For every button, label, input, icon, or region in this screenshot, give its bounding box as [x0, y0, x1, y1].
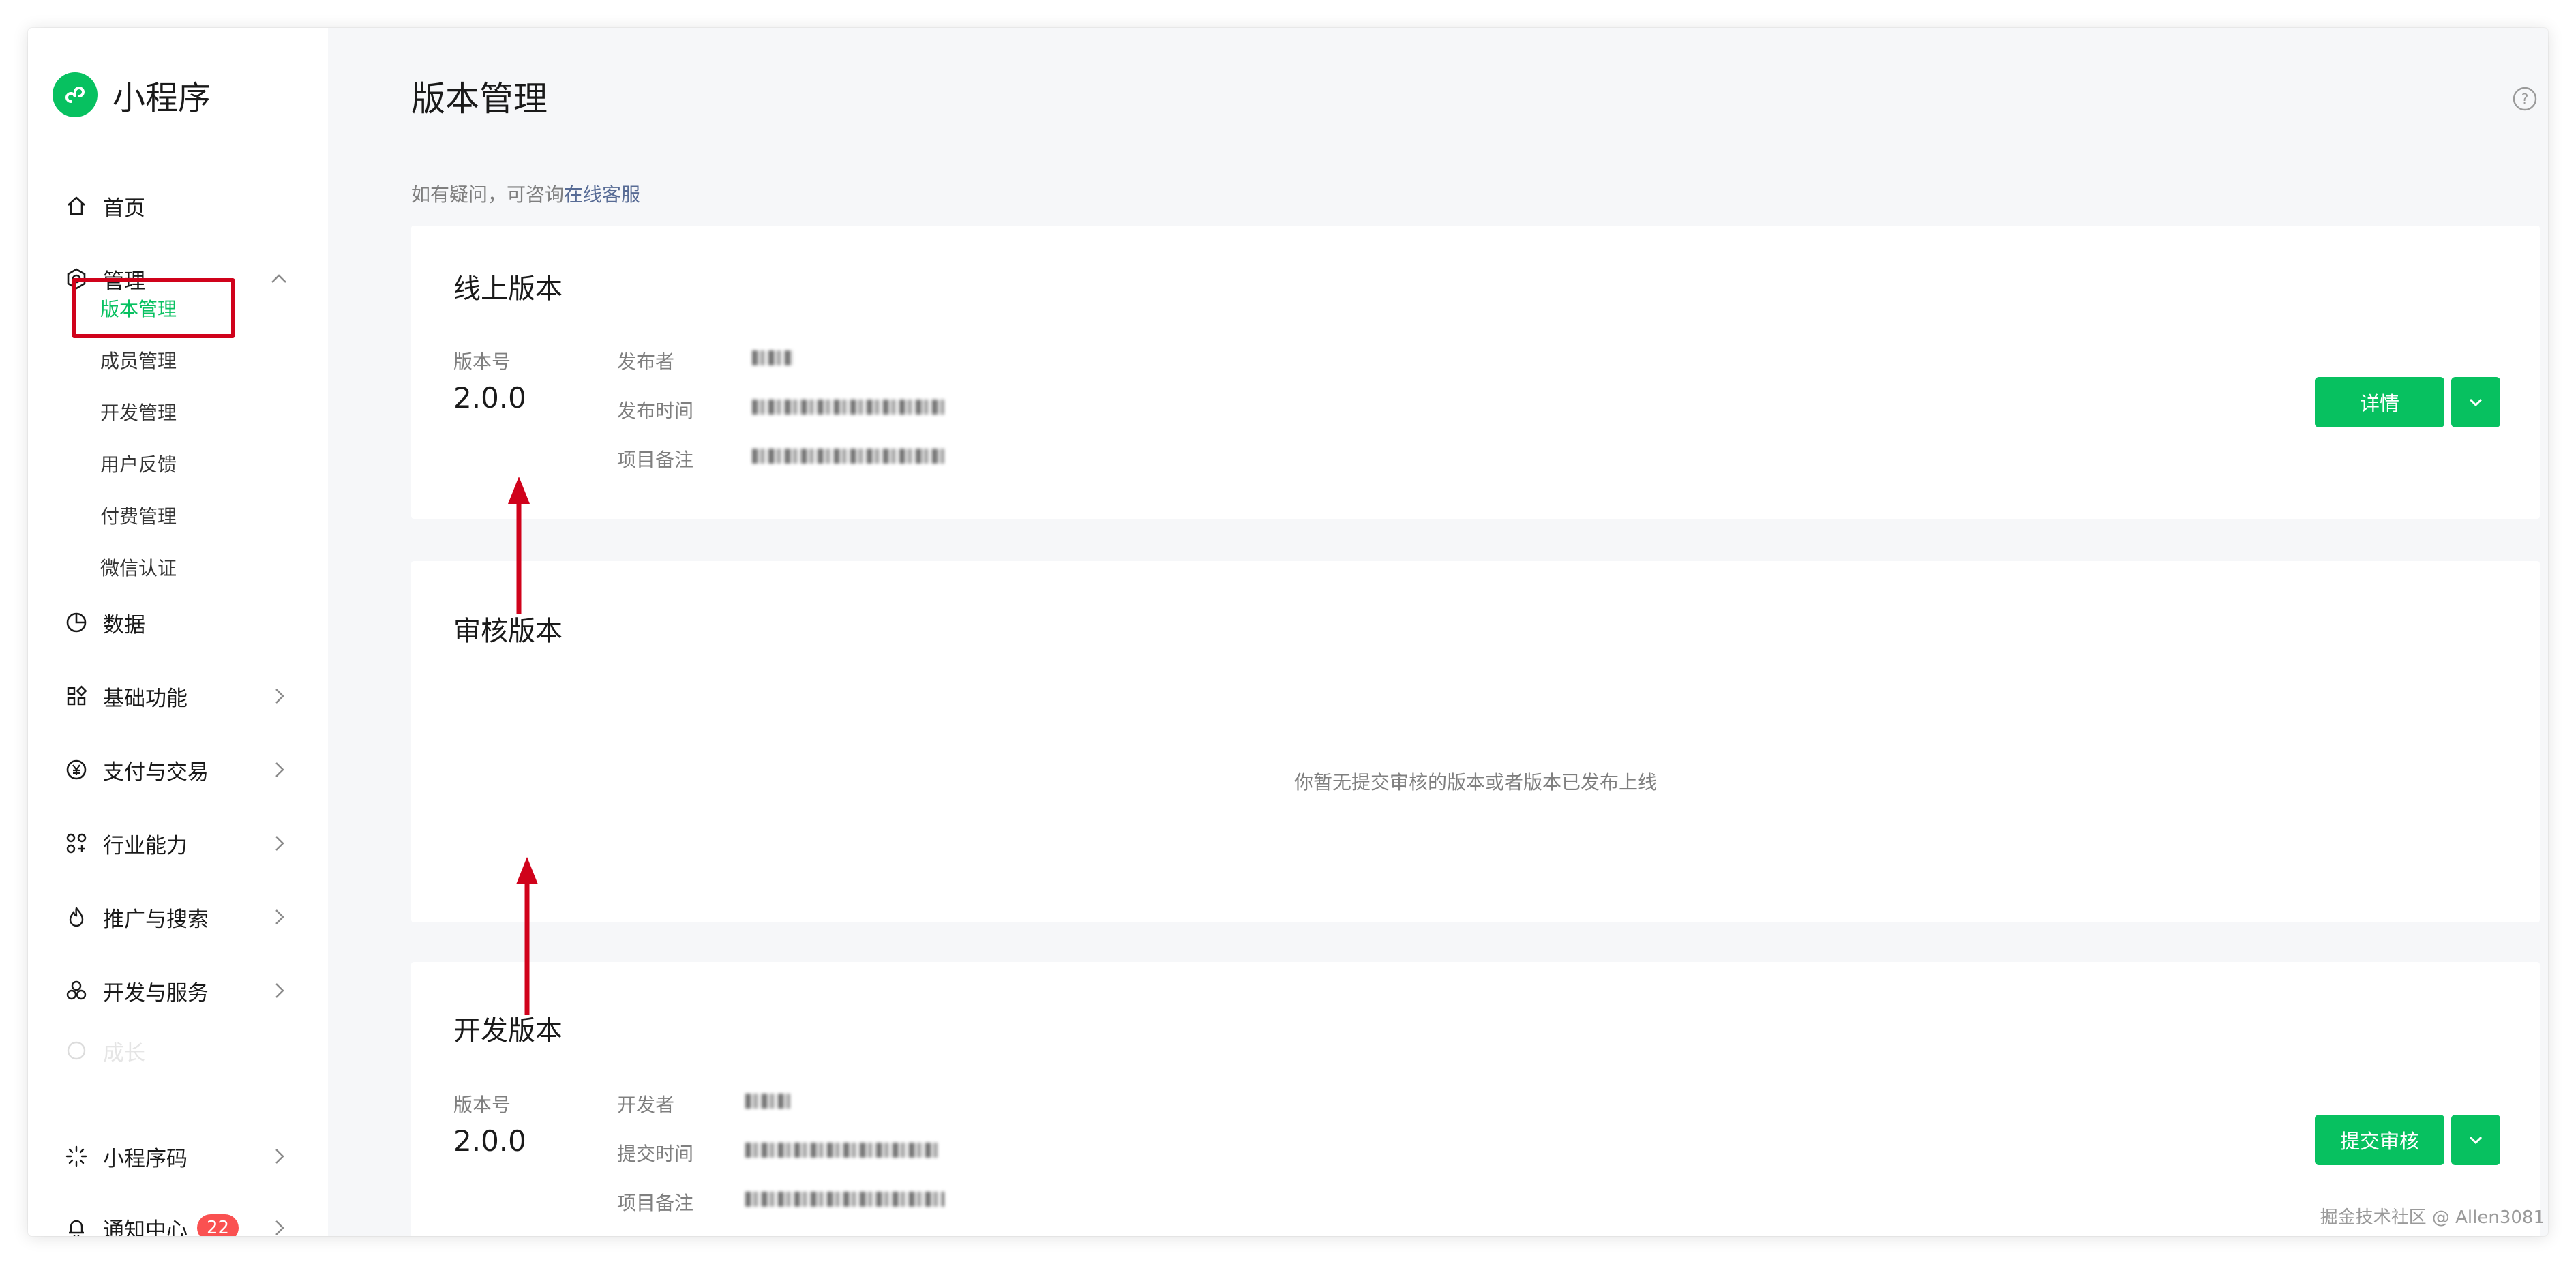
app-name: 小程序: [113, 79, 211, 117]
empty-state-text: 你暂无提交审核的版本或者版本已发布上线: [1293, 771, 1657, 794]
sidebar-subitem-feedback[interactable]: 用户反馈: [100, 445, 177, 483]
chevron-up-icon: [271, 274, 286, 283]
sidebar: 小程序 首页 管理 版本管理 成员管理 开发管理 用户反馈 付费管理 微信认证 …: [28, 28, 328, 1236]
sidebar-item-industry[interactable]: 行业能力: [63, 822, 288, 865]
sidebar-item-label: 通知中心: [103, 1218, 188, 1237]
version-label: 版本号: [453, 1094, 511, 1116]
review-version-card: 审核版本 你暂无提交审核的版本或者版本已发布上线: [411, 561, 2540, 922]
redacted-note: [745, 1192, 944, 1207]
version-label: 版本号: [453, 350, 511, 373]
sidebar-item-notice[interactable]: 通知中心 22: [63, 1206, 288, 1236]
sidebar-item-label: 推广与搜索: [103, 907, 209, 932]
app-logo[interactable]: 小程序: [53, 71, 211, 119]
sidebar-item-basic[interactable]: 基础功能: [63, 674, 288, 718]
developer-label: 开发者: [617, 1094, 675, 1116]
sidebar-item-pay[interactable]: 支付与交易: [63, 748, 288, 792]
sidebar-item-label: 支付与交易: [103, 759, 209, 785]
chevron-down-icon: [2469, 1136, 2483, 1145]
grid-icon: [63, 683, 89, 709]
app-window: 小程序 首页 管理 版本管理 成员管理 开发管理 用户反馈 付费管理 微信认证 …: [28, 28, 2548, 1236]
online-service-link[interactable]: 在线客服: [564, 183, 640, 206]
sidebar-item-growth[interactable]: 成长: [63, 1037, 288, 1064]
page-title: 版本管理: [411, 79, 548, 119]
note-label: 项目备注: [617, 1192, 694, 1214]
sidebar-item-label: 数据: [103, 612, 145, 637]
version-number: 2.0.0: [453, 381, 526, 415]
note-label: 项目备注: [617, 449, 694, 471]
dev-more-dropdown[interactable]: [2451, 1115, 2500, 1165]
sidebar-item-home[interactable]: 首页: [63, 184, 288, 228]
sidebar-item-label: 开发与服务: [103, 980, 209, 1006]
sidebar-item-promote[interactable]: 推广与搜索: [63, 895, 288, 939]
redacted-submit-time: [745, 1143, 938, 1158]
submit-review-button[interactable]: 提交审核: [2315, 1115, 2444, 1165]
flame-icon: [63, 904, 89, 930]
sidebar-item-qrcode[interactable]: 小程序码: [63, 1134, 288, 1178]
publish-time-label: 发布时间: [617, 400, 694, 422]
redacted-publish-time: [752, 400, 944, 415]
redacted-publisher: [752, 350, 793, 365]
cluster-icon: [63, 978, 89, 1004]
sidebar-item-label: 行业能力: [103, 833, 188, 858]
chevron-right-icon: [275, 836, 284, 851]
redacted-developer: [745, 1094, 790, 1109]
hint-text: 如有疑问，可咨询: [411, 183, 565, 206]
online-more-dropdown[interactable]: [2451, 377, 2500, 427]
chevron-right-icon: [275, 1220, 284, 1235]
sidebar-item-label: 小程序码: [103, 1146, 188, 1171]
yuan-icon: [63, 757, 89, 783]
chevron-down-icon: [2469, 398, 2483, 407]
dev-version-card: 开发版本 版本号 2.0.0 开发者 提交时间 项目备注 提交审核: [411, 962, 2540, 1236]
annotation-arrow-up-1: [508, 477, 530, 614]
chevron-right-icon: [275, 909, 284, 924]
sidebar-subitem-version[interactable]: 版本管理: [100, 289, 177, 327]
sidebar-subitem-payment[interactable]: 付费管理: [100, 496, 177, 535]
sidebar-item-devserv[interactable]: 开发与服务: [63, 969, 288, 1012]
bell-icon: [63, 1215, 89, 1236]
chevron-right-icon: [275, 1149, 284, 1164]
home-icon: [63, 193, 89, 219]
sidebar-subitem-members[interactable]: 成员管理: [100, 341, 177, 379]
help-hint: 如有疑问，可咨询在线客服: [411, 180, 640, 207]
pie-chart-icon: [63, 610, 89, 635]
sidebar-item-label: 基础功能: [103, 686, 188, 711]
help-icon[interactable]: ?: [2511, 85, 2538, 112]
miniprogram-code-icon: [63, 1143, 89, 1169]
sidebar-item-label: 首页: [103, 196, 145, 221]
redacted-note: [752, 449, 944, 464]
version-number: 2.0.0: [453, 1124, 526, 1158]
chevron-right-icon: [275, 689, 284, 704]
miniprogram-logo-icon: [53, 72, 98, 117]
chevron-right-icon: [275, 762, 284, 777]
sidebar-subitem-dev[interactable]: 开发管理: [100, 393, 177, 431]
sidebar-item-data[interactable]: 数据: [63, 601, 288, 644]
publisher-label: 发布者: [617, 350, 675, 373]
detail-button[interactable]: 详情: [2315, 377, 2444, 427]
card-title: 线上版本: [453, 273, 563, 305]
sidebar-item-label: 成长: [103, 1040, 145, 1065]
watermark: 掘金技术社区 @ Allen3081: [2320, 1207, 2545, 1228]
sidebar-subitem-wechat-auth[interactable]: 微信认证: [100, 548, 177, 586]
svg-text:?: ?: [2521, 91, 2529, 107]
industry-icon: [63, 830, 89, 856]
online-version-card: 线上版本 版本号 2.0.0 发布者 发布时间 项目备注 详情: [411, 226, 2540, 519]
submit-time-label: 提交时间: [617, 1143, 694, 1165]
chevron-right-icon: [275, 983, 284, 998]
notification-badge: 22: [197, 1214, 239, 1236]
annotation-arrow-up-2: [516, 857, 538, 1015]
growth-icon: [63, 1038, 89, 1064]
